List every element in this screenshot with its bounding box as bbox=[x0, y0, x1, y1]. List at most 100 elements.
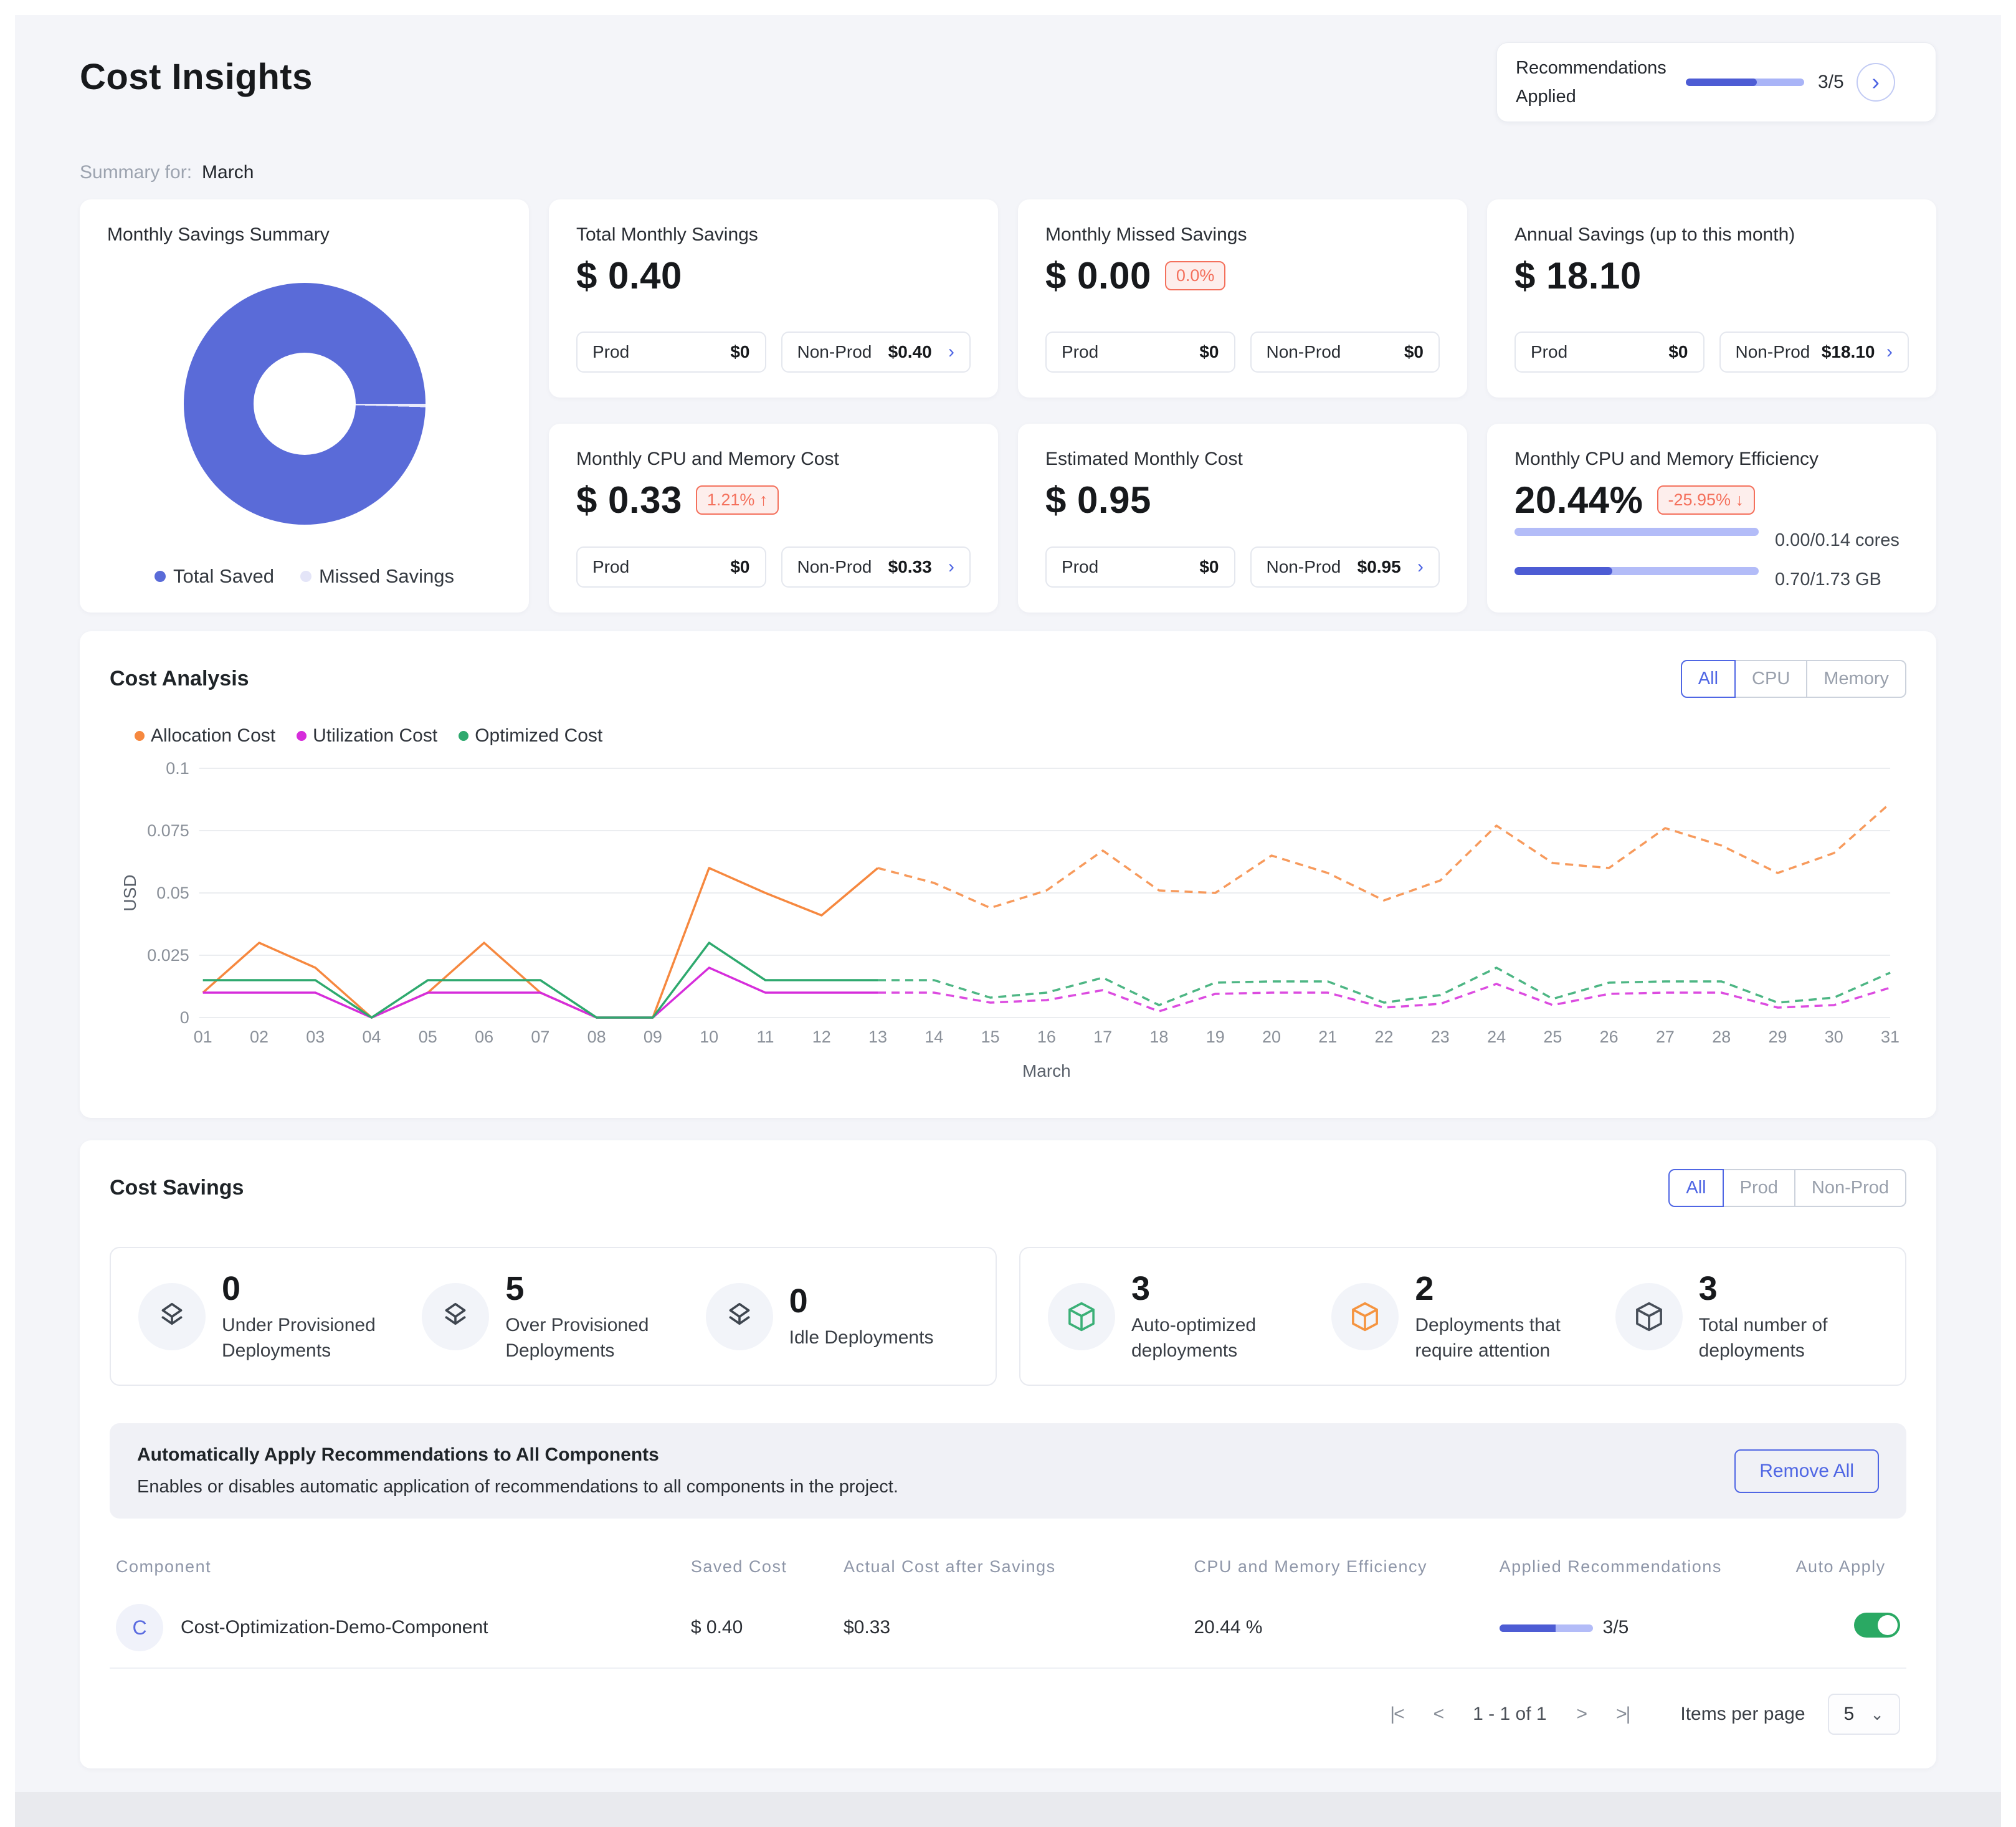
svg-text:13: 13 bbox=[868, 1028, 887, 1046]
monthly-savings-summary-card: Monthly Savings Summary Total SavedMisse… bbox=[80, 199, 529, 613]
cost-analysis-tabs: AllCPUMemory bbox=[1681, 660, 1906, 698]
stat-value: 0 bbox=[222, 1269, 415, 1308]
cost-savings-tab-prod[interactable]: Prod bbox=[1723, 1169, 1795, 1207]
cost-analysis-tab-cpu[interactable]: CPU bbox=[1734, 660, 1807, 698]
svg-text:28: 28 bbox=[1712, 1028, 1731, 1046]
nonprod-pill[interactable]: Non-Prod $0.33 › bbox=[781, 546, 971, 588]
card-title: Monthly CPU and Memory Cost bbox=[576, 449, 971, 470]
svg-text:18: 18 bbox=[1149, 1028, 1168, 1046]
previous-page-icon[interactable]: < bbox=[1430, 1700, 1447, 1729]
svg-text:14: 14 bbox=[925, 1028, 943, 1046]
stat-total-number-of-deployments: 3Total number of deployments bbox=[1615, 1269, 1899, 1363]
cpu-memory-cost-badge: 1.21% ↑ bbox=[696, 485, 779, 515]
memory-usage-bar bbox=[1514, 567, 1759, 575]
legend-label: Allocation Cost bbox=[151, 725, 275, 747]
monthly-missed-savings-value: $ 0.00 bbox=[1045, 254, 1151, 297]
stat-value: 2 bbox=[1415, 1269, 1608, 1308]
column-header-component: Component bbox=[110, 1546, 685, 1588]
nonprod-value: $0.40 bbox=[888, 342, 932, 362]
nonprod-label: Non-Prod bbox=[797, 557, 872, 577]
svg-text:0.05: 0.05 bbox=[156, 884, 189, 902]
cost-analysis-chart: 00.0250.050.0750.1USD0102030405060708091… bbox=[110, 753, 1906, 1089]
donut-legend-item: Total Saved bbox=[155, 565, 274, 588]
legend-label: Optimized Cost bbox=[475, 725, 602, 747]
memory-usage-text: 0.70/1.73 GB bbox=[1775, 570, 1881, 590]
donut-legend: Total SavedMissed Savings bbox=[107, 565, 502, 588]
cost-savings-tab-all[interactable]: All bbox=[1668, 1169, 1723, 1207]
pagination: |< < 1 - 1 of 1 > >| Items per page 5 ⌄ bbox=[110, 1694, 1906, 1735]
svg-text:0.075: 0.075 bbox=[147, 821, 189, 840]
legend-dot-icon bbox=[135, 731, 145, 741]
prod-pill: Prod $0 bbox=[1045, 332, 1235, 373]
card-title: Annual Savings (up to this month) bbox=[1514, 224, 1909, 246]
svg-text:24: 24 bbox=[1487, 1028, 1506, 1046]
component-name: Cost-Optimization-Demo-Component bbox=[181, 1617, 488, 1638]
components-table: ComponentSaved CostActual Cost after Sav… bbox=[110, 1546, 1906, 1669]
total-monthly-savings-card: Total Monthly Savings $ 0.40 Prod $0 Non… bbox=[549, 199, 998, 398]
last-page-icon[interactable]: >| bbox=[1612, 1700, 1633, 1729]
recommendations-progress-fill bbox=[1686, 79, 1757, 86]
actual-cost-cell: $0.33 bbox=[837, 1588, 1187, 1668]
first-page-icon[interactable]: |< bbox=[1386, 1700, 1407, 1729]
savings-donut-wrap bbox=[107, 246, 502, 561]
stat-value: 5 bbox=[505, 1269, 698, 1308]
legend-dot-icon bbox=[155, 571, 166, 582]
svg-text:0: 0 bbox=[180, 1008, 189, 1027]
prod-pill: Prod $0 bbox=[1045, 546, 1235, 588]
auto-apply-title: Automatically Apply Recommendations to A… bbox=[137, 1444, 898, 1466]
cost-analysis-tab-memory[interactable]: Memory bbox=[1806, 660, 1906, 698]
svg-text:02: 02 bbox=[250, 1028, 269, 1046]
cost-insights-page: Cost Insights Recommendations Applied 3/… bbox=[15, 15, 2001, 1792]
annual-savings-card: Annual Savings (up to this month) $ 18.1… bbox=[1487, 199, 1936, 398]
cube-icon bbox=[1615, 1283, 1683, 1350]
stat-over-provisioned-deployments: 5Over Provisioned Deployments bbox=[422, 1269, 705, 1363]
nonprod-label: Non-Prod bbox=[797, 342, 872, 362]
nonprod-pill[interactable]: Non-Prod $0.95 › bbox=[1250, 546, 1440, 588]
card-title: Estimated Monthly Cost bbox=[1045, 449, 1440, 470]
summary-for-label: Summary for: bbox=[80, 162, 192, 183]
chevron-right-icon: › bbox=[1871, 70, 1880, 94]
component-avatar: C bbox=[116, 1604, 163, 1651]
items-per-page-select[interactable]: 5 ⌄ bbox=[1828, 1694, 1900, 1735]
next-page-icon[interactable]: > bbox=[1573, 1700, 1590, 1729]
stat-label: Idle Deployments bbox=[789, 1325, 934, 1351]
nonprod-pill[interactable]: Non-Prod $18.10 › bbox=[1719, 332, 1909, 373]
nonprod-value: $0.95 bbox=[1357, 557, 1401, 577]
svg-text:03: 03 bbox=[306, 1028, 325, 1046]
page-title: Cost Insights bbox=[80, 56, 313, 98]
svg-text:March: March bbox=[1022, 1061, 1071, 1080]
prod-label: Prod bbox=[1062, 557, 1098, 577]
layers-icon bbox=[706, 1283, 773, 1350]
prod-value: $0 bbox=[730, 557, 749, 577]
svg-text:04: 04 bbox=[363, 1028, 381, 1046]
prod-pill: Prod $0 bbox=[576, 546, 766, 588]
recommendations-detail-button[interactable]: › bbox=[1857, 63, 1895, 102]
prod-label: Prod bbox=[592, 557, 629, 577]
svg-text:25: 25 bbox=[1543, 1028, 1562, 1046]
total-monthly-savings-value: $ 0.40 bbox=[576, 254, 682, 297]
remove-all-button[interactable]: Remove All bbox=[1734, 1449, 1879, 1493]
nonprod-pill[interactable]: Non-Prod $0.40 › bbox=[781, 332, 971, 373]
prod-label: Prod bbox=[1062, 342, 1098, 362]
cost-analysis-title: Cost Analysis bbox=[110, 667, 249, 691]
svg-text:31: 31 bbox=[1881, 1028, 1900, 1046]
legend-label: Utilization Cost bbox=[313, 725, 437, 747]
cost-savings-section: Cost Savings AllProdNon-Prod 0Under Prov… bbox=[80, 1140, 1936, 1768]
auto-apply-toggle[interactable] bbox=[1854, 1613, 1900, 1638]
stat-label: Auto-optimized deployments bbox=[1131, 1313, 1324, 1363]
stat-label: Deployments that require attention bbox=[1415, 1313, 1608, 1363]
savings-donut-chart bbox=[184, 283, 426, 525]
svg-text:30: 30 bbox=[1825, 1028, 1843, 1046]
cpu-memory-efficiency-card: Monthly CPU and Memory Efficiency 20.44%… bbox=[1487, 424, 1936, 613]
stat-deployments-that-require-attention: 2 Deployments that require attention bbox=[1331, 1269, 1615, 1363]
column-header-actual-cost-after-savings: Actual Cost after Savings bbox=[837, 1546, 1187, 1588]
svg-text:09: 09 bbox=[644, 1028, 662, 1046]
table-row[interactable]: CCost-Optimization-Demo-Component$ 0.40$… bbox=[110, 1588, 1906, 1668]
cost-savings-tab-non-prod[interactable]: Non-Prod bbox=[1794, 1169, 1906, 1207]
stat-auto-optimized-deployments: 3Auto-optimized deployments bbox=[1048, 1269, 1331, 1363]
toggle-knob bbox=[1878, 1615, 1898, 1635]
nonprod-pill: Non-Prod $0 bbox=[1250, 332, 1440, 373]
cost-analysis-tab-all[interactable]: All bbox=[1681, 660, 1736, 698]
page-range: 1 - 1 of 1 bbox=[1473, 1704, 1546, 1725]
auto-apply-banner: Automatically Apply Recommendations to A… bbox=[110, 1423, 1906, 1519]
